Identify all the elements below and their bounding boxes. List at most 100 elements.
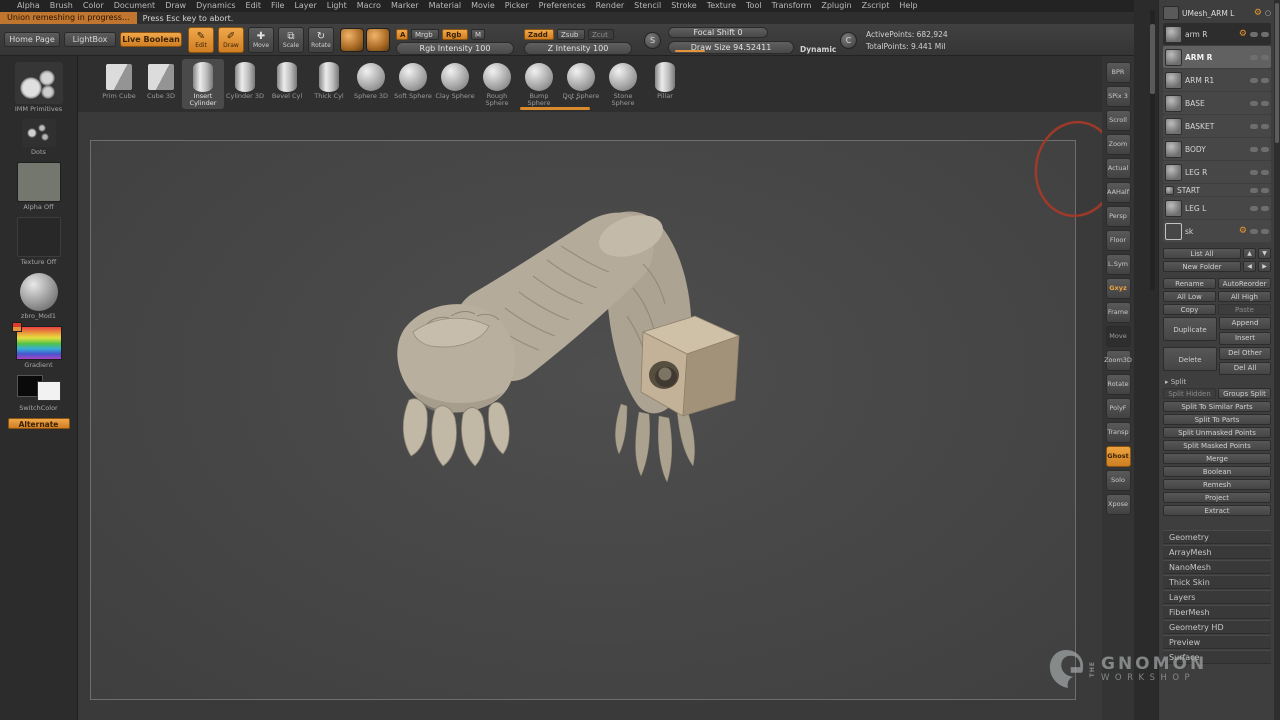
eye-toggle-icon[interactable] <box>1250 78 1258 83</box>
edit-mode-button[interactable]: ✎ Edit <box>188 27 214 53</box>
strip-scrollbar[interactable] <box>520 107 590 110</box>
subtool-row[interactable]: LEG R ⚙ <box>1163 161 1271 183</box>
shelf-button[interactable]: AAHalf <box>1106 182 1131 203</box>
merge-button[interactable]: Boolean <box>1163 466 1271 477</box>
menu-item[interactable]: Material <box>424 0 467 12</box>
eye-toggle-icon[interactable] <box>1250 188 1258 193</box>
shelf-button[interactable]: Floor <box>1106 230 1131 251</box>
shelf-button[interactable]: BPR <box>1106 62 1131 83</box>
subtool-down-button[interactable]: ▼ <box>1258 248 1271 259</box>
paint-toggle-icon[interactable] <box>1261 124 1269 129</box>
palette-section[interactable]: FiberMesh <box>1163 605 1271 619</box>
tool-thumbnail[interactable]: Pillar <box>644 59 686 109</box>
eye-toggle-icon[interactable] <box>1250 206 1258 211</box>
menu-item[interactable]: Movie <box>466 0 500 12</box>
curve-knob-icon[interactable]: C <box>840 32 857 49</box>
subtool-row[interactable]: BASKET ⚙ <box>1163 115 1271 137</box>
subtool-row[interactable]: LEG L ⚙ <box>1163 197 1271 219</box>
menu-item[interactable]: Stencil <box>629 0 666 12</box>
subtool-row[interactable]: ARM R ⚙ <box>1163 46 1271 68</box>
subtool-row[interactable]: ARM R1 ⚙ <box>1163 69 1271 91</box>
menu-item[interactable]: Texture <box>702 0 741 12</box>
menu-item[interactable]: Edit <box>241 0 267 12</box>
eye-icon[interactable]: ○ <box>1265 9 1271 17</box>
split-button[interactable]: Split Unmasked Points <box>1163 427 1271 438</box>
duplicate-button[interactable]: Duplicate <box>1163 317 1217 341</box>
mrgb-toggle[interactable]: Mrgb <box>411 29 439 40</box>
material-slot[interactable] <box>20 273 58 311</box>
tool-thumbnail-icon[interactable] <box>1163 6 1179 20</box>
shelf-button[interactable]: Zoom3D <box>1106 350 1131 371</box>
panel-button[interactable]: All Low <box>1163 291 1216 302</box>
tool-thumbnail[interactable]: Sphere 3D <box>350 59 392 109</box>
split-button[interactable]: Split To Similar Parts <box>1163 401 1271 412</box>
draw-size-slider[interactable]: Draw Size 94.52411 <box>668 41 794 54</box>
secondary-color-swatch[interactable] <box>37 381 61 401</box>
folder-gear-icon[interactable]: ⚙ <box>1239 29 1247 39</box>
panel-button[interactable]: Copy <box>1163 304 1216 315</box>
shelf-button[interactable]: Scroll <box>1106 110 1131 131</box>
alternate-button[interactable]: Alternate <box>8 418 70 429</box>
subtool-row[interactable]: BASE ⚙ <box>1163 92 1271 114</box>
a-toggle[interactable]: A <box>396 29 408 40</box>
eye-toggle-icon[interactable] <box>1250 229 1258 234</box>
rgb-intensity-slider[interactable]: Rgb Intensity 100 <box>396 42 514 55</box>
panel-scrollbar[interactable] <box>1275 3 1279 143</box>
palette-section[interactable]: Thick Skin <box>1163 575 1271 589</box>
rotate-mode-button[interactable]: ↻ Rotate <box>308 27 334 53</box>
split-section-header[interactable]: ▸ Split <box>1165 378 1271 386</box>
insert-button[interactable]: Insert <box>1219 332 1271 345</box>
shelf-button[interactable]: Rotate <box>1106 374 1131 395</box>
zadd-toggle[interactable]: Zadd <box>524 29 554 40</box>
eye-toggle-icon[interactable] <box>1250 55 1258 60</box>
menu-item[interactable]: File <box>266 0 289 12</box>
zcut-toggle[interactable]: Zcut <box>588 29 614 40</box>
menu-item[interactable]: Transform <box>767 0 817 12</box>
split-button[interactable]: Split Masked Points <box>1163 440 1271 451</box>
paint-toggle-icon[interactable] <box>1261 206 1269 211</box>
tool-thumbnail[interactable]: Soft Sphere <box>392 59 434 109</box>
panel-button[interactable]: All High <box>1218 291 1271 302</box>
shelf-button[interactable]: Persp <box>1106 206 1131 227</box>
zsub-toggle[interactable]: Zsub <box>557 29 585 40</box>
menu-item[interactable]: Tool <box>741 0 767 12</box>
switch-color-control[interactable] <box>15 375 63 403</box>
merge-button[interactable]: Merge <box>1163 453 1271 464</box>
menu-item[interactable]: Preferences <box>534 0 591 12</box>
live-boolean-button[interactable]: Live Boolean <box>120 32 182 47</box>
menu-item[interactable]: Color <box>78 0 109 12</box>
viewport-canvas[interactable] <box>78 112 1102 720</box>
merge-button[interactable]: Remesh <box>1163 479 1271 490</box>
shelf-button[interactable]: SPix 3 <box>1106 86 1131 107</box>
paint-toggle-icon[interactable] <box>1261 147 1269 152</box>
menu-item[interactable]: Light <box>322 0 352 12</box>
shelf-button[interactable]: Gxyz <box>1106 278 1131 299</box>
move-mode-button[interactable]: ✚ Move <box>248 27 274 53</box>
palette-section[interactable]: ArrayMesh <box>1163 545 1271 559</box>
menu-item[interactable]: Layer <box>289 0 321 12</box>
stroke-knob-icon[interactable]: S <box>644 32 661 49</box>
draw-mode-button[interactable]: ✐ Draw <box>218 27 244 53</box>
gear-icon[interactable]: ⚙ <box>1254 9 1262 18</box>
eye-toggle-icon[interactable] <box>1250 124 1258 129</box>
tool-thumbnail[interactable]: Prim Cube <box>98 59 140 109</box>
menu-item[interactable]: Stroke <box>666 0 702 12</box>
paint-toggle-icon[interactable] <box>1261 32 1269 37</box>
eye-toggle-icon[interactable] <box>1250 147 1258 152</box>
tool-thumbnail[interactable]: Cylinder 3D <box>224 59 266 109</box>
append-button[interactable]: Append <box>1219 317 1271 330</box>
menu-item[interactable]: Dynamics <box>191 0 240 12</box>
tool-thumbnail[interactable]: Bevel Cyl <box>266 59 308 109</box>
stroke-thumbnail[interactable] <box>22 119 56 147</box>
palette-section[interactable]: Preview <box>1163 635 1271 649</box>
lightbox-button[interactable]: LightBox <box>64 32 116 47</box>
menu-item[interactable]: Draw <box>160 0 191 12</box>
subtool-row[interactable]: BODY ⚙ <box>1163 138 1271 160</box>
eye-toggle-icon[interactable] <box>1250 170 1258 175</box>
shelf-button[interactable]: Frame <box>1106 302 1131 323</box>
split-hidden-button[interactable]: Split Hidden <box>1163 388 1216 399</box>
texture-thumb[interactable] <box>366 28 390 52</box>
tool-thumbnail[interactable]: Clay Sphere <box>434 59 476 109</box>
move-out-of-folder-button[interactable]: ▶ <box>1258 261 1271 272</box>
menu-item[interactable]: Zplugin <box>816 0 856 12</box>
